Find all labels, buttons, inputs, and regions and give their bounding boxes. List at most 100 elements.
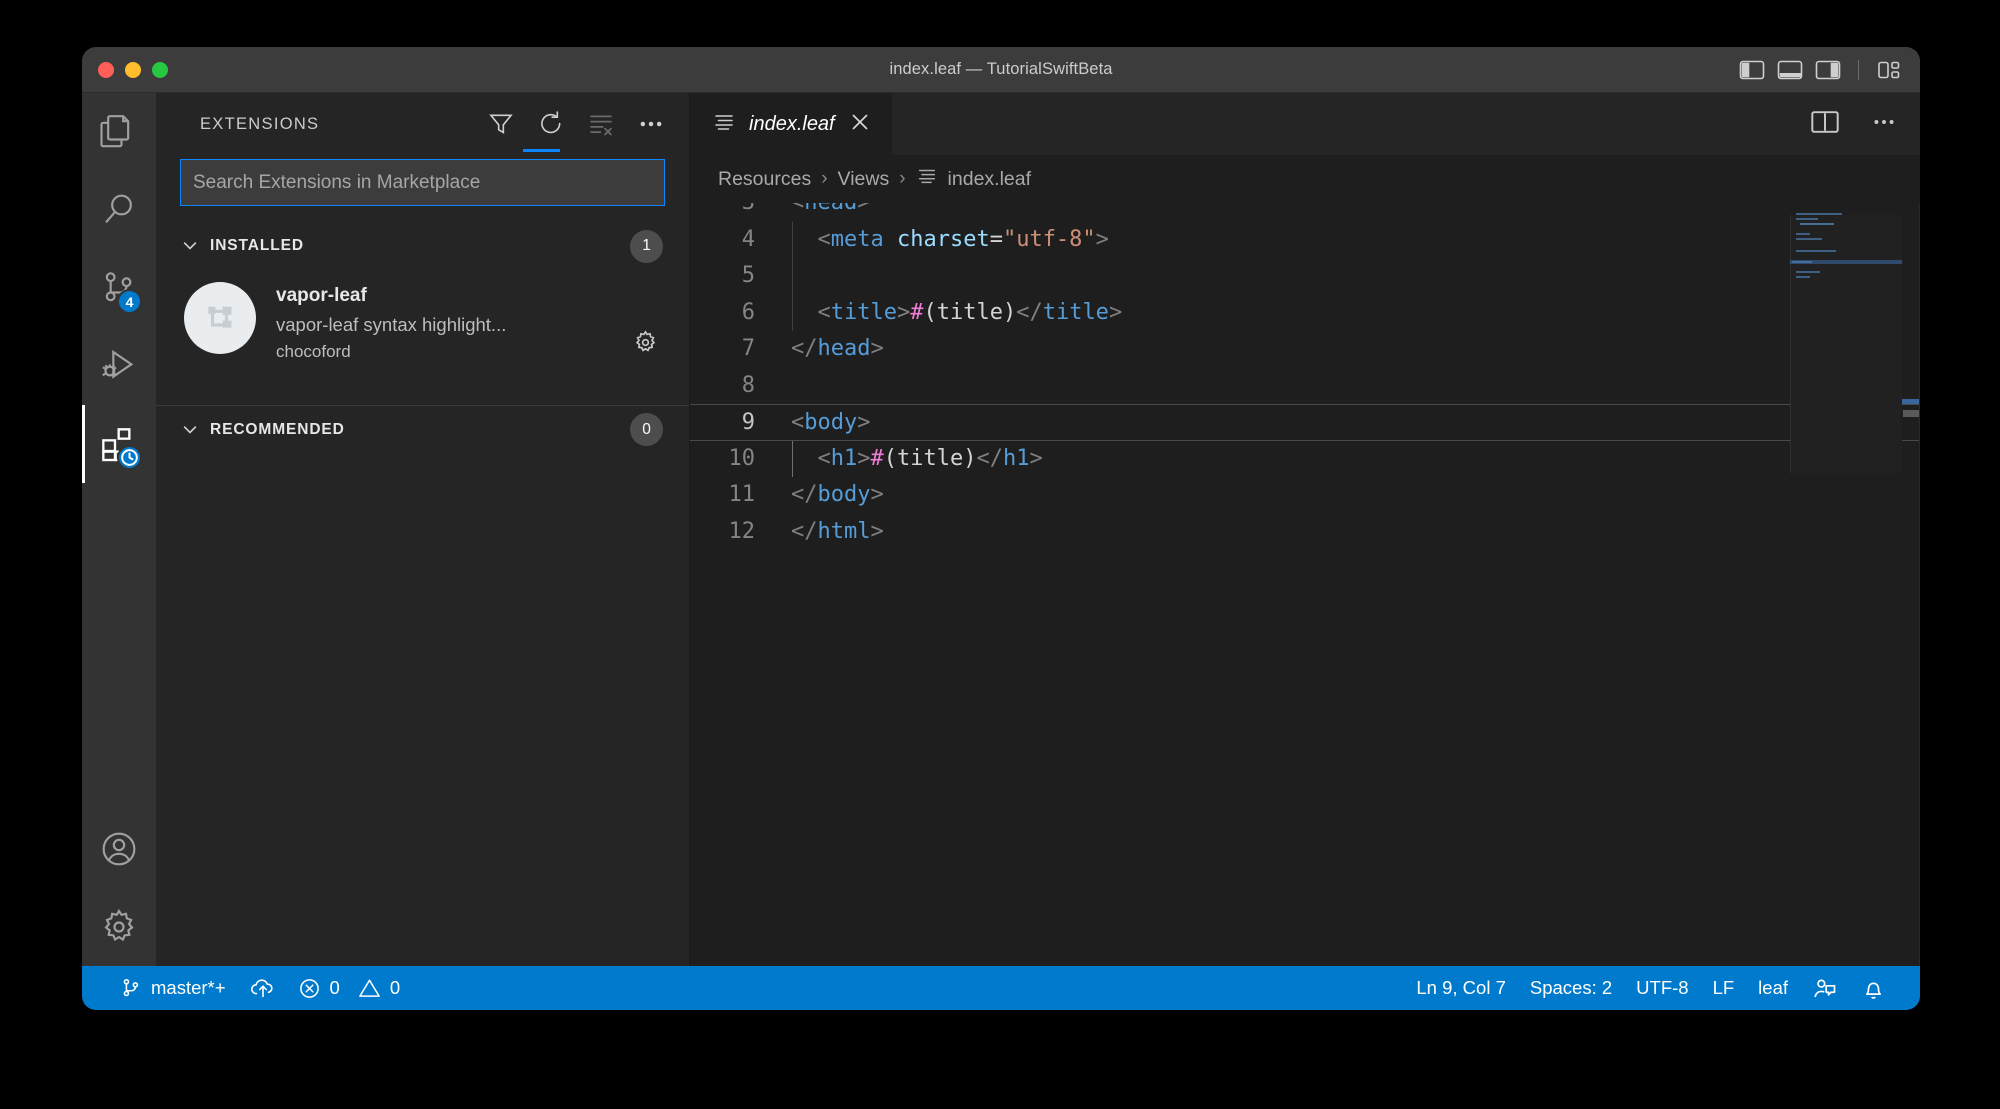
code-text: </html> — [790, 514, 1920, 551]
code-text: <head> — [790, 203, 1920, 222]
vertical-scrollbar[interactable] — [1902, 203, 1920, 966]
status-sync[interactable] — [238, 966, 288, 1010]
section-count-recommended: 0 — [630, 413, 663, 447]
sidebar-item-explorer[interactable] — [82, 93, 156, 171]
toggle-primary-sidebar-icon[interactable] — [1739, 59, 1765, 81]
extension-avatar — [184, 282, 256, 354]
token-tag: head — [804, 203, 857, 215]
split-editor-icon[interactable] — [1810, 109, 1840, 140]
token-brk: </ — [791, 482, 818, 507]
sidebar-item-run-and-debug[interactable] — [82, 327, 156, 405]
sidebar-item-search[interactable] — [82, 171, 156, 249]
breadcrumb-item-index-leaf[interactable]: index.leaf — [916, 165, 1031, 193]
status-eol[interactable]: LF — [1701, 966, 1747, 1010]
tab-index-leaf[interactable]: index.leaf — [690, 93, 893, 155]
sidebar-title: EXTENSIONS — [200, 114, 320, 133]
refresh-icon[interactable] — [537, 110, 565, 138]
minimize-window-button[interactable] — [125, 61, 141, 78]
close-window-button[interactable] — [98, 61, 114, 78]
close-icon[interactable] — [848, 110, 872, 139]
status-problems[interactable]: 0 0 — [288, 966, 411, 1010]
vscode-window: index.leaf — TutorialSwiftBeta 4 EXTENSI… — [82, 47, 1920, 1010]
token-str: "utf-8" — [1002, 226, 1096, 252]
code-editor[interactable]: 3<head>4 <meta charset="utf-8">56 <title… — [690, 203, 1920, 966]
token-hash: # — [870, 445, 884, 471]
chevron-right-icon: › — [899, 168, 906, 189]
token-tag: head — [817, 336, 871, 361]
code-line[interactable]: 5 — [690, 258, 1920, 295]
line-number: 3 — [690, 203, 790, 222]
status-branch[interactable]: master*+ — [108, 966, 238, 1010]
code-lines-container: 3<head>4 <meta charset="utf-8">56 <title… — [690, 203, 1920, 550]
workbench-body: 4 EXTENSIONS Search Extensions in Market… — [82, 93, 1920, 966]
status-bar-right: Ln 9, Col 7 Spaces: 2 UTF-8 LF leaf — [1404, 966, 1920, 1010]
ellipsis-icon[interactable] — [637, 110, 665, 138]
section-header-recommended[interactable]: RECOMMENDED 0 — [156, 405, 689, 453]
status-bar-left: master*+ 0 0 — [82, 966, 410, 1010]
token-tag: h1 — [1002, 445, 1030, 471]
code-line[interactable]: 7 </head> — [690, 331, 1920, 368]
code-line[interactable]: 10 <h1>#(title)</h1> — [690, 440, 1920, 477]
leaf-file-icon — [916, 165, 938, 193]
scrollbar-thumb[interactable] — [1903, 410, 1919, 417]
status-notifications[interactable] — [1849, 966, 1898, 1010]
code-line[interactable]: 4 <meta charset="utf-8"> — [690, 221, 1920, 258]
status-language-mode[interactable]: leaf — [1746, 966, 1800, 1010]
ellipsis-icon[interactable] — [1870, 109, 1898, 140]
code-line[interactable]: 9 <body> — [690, 404, 1920, 441]
clear-list-icon[interactable] — [587, 110, 615, 138]
token-brk: > — [870, 482, 884, 507]
line-number: 12 — [728, 518, 756, 544]
window-traffic-lights — [98, 61, 168, 78]
token-brk: </ — [791, 336, 818, 361]
code-line[interactable]: 11 </body> — [690, 477, 1920, 514]
status-feedback[interactable] — [1800, 966, 1849, 1010]
sidebar-item-extensions[interactable] — [82, 405, 156, 483]
token-brk: < — [817, 299, 831, 325]
sidebar-item-source-control[interactable]: 4 — [82, 249, 156, 327]
breadcrumb-item-resources[interactable]: Resources — [718, 168, 811, 191]
titlebar-divider — [1858, 59, 1859, 80]
section-header-installed[interactable]: INSTALLED 1 — [156, 222, 689, 270]
gear-icon[interactable] — [632, 329, 659, 361]
breadcrumb-label: Views — [837, 167, 890, 190]
zoom-window-button[interactable] — [152, 61, 168, 78]
token-brk: > — [1029, 445, 1043, 471]
editor-tab-bar: index.leaf — [690, 93, 1920, 155]
breadcrumb-item-views[interactable]: Views — [838, 168, 890, 191]
code-line[interactable]: 8 — [690, 368, 1920, 405]
status-branch-label: master*+ — [151, 977, 226, 998]
screenshot-root: index.leaf — TutorialSwiftBeta 4 EXTENSI… — [0, 0, 2000, 1109]
toggle-secondary-sidebar-icon[interactable] — [1815, 59, 1841, 81]
funnel-icon[interactable] — [487, 110, 515, 138]
sidebar-item-accounts[interactable] — [82, 810, 156, 888]
extensions-clock-badge — [117, 445, 142, 470]
extension-description: vapor-leaf syntax highlight... — [276, 313, 507, 335]
token-brk: > — [857, 203, 870, 215]
token-brk: > — [1095, 226, 1109, 252]
sidebar-item-manage[interactable] — [82, 888, 156, 966]
line-number: 4 — [741, 226, 755, 252]
leaf-file-icon — [712, 110, 736, 139]
code-line[interactable]: 3<head> — [690, 203, 1920, 222]
list-item[interactable]: vapor-leaf vapor-leaf syntax highlight..… — [156, 270, 689, 377]
customize-layout-icon[interactable] — [1876, 59, 1902, 81]
code-line[interactable]: 6 <title>#(title)</title> — [690, 294, 1920, 331]
line-number: 9 — [741, 410, 755, 435]
code-line[interactable]: 12 </html> — [690, 514, 1920, 551]
search-input[interactable] — [180, 159, 665, 206]
line-number: 7 — [741, 336, 755, 361]
sidebar-header: EXTENSIONS — [156, 93, 689, 155]
status-indentation[interactable]: Spaces: 2 — [1518, 966, 1624, 1010]
token-brk: > — [870, 518, 884, 544]
status-cursor-position[interactable]: Ln 9, Col 7 — [1404, 966, 1517, 1010]
editor-right-edge — [1919, 203, 1920, 966]
toggle-panel-icon[interactable] — [1777, 59, 1803, 81]
token-brk: </ — [1016, 299, 1043, 325]
token-brk: </ — [791, 518, 818, 544]
status-encoding[interactable]: UTF-8 — [1624, 966, 1700, 1010]
